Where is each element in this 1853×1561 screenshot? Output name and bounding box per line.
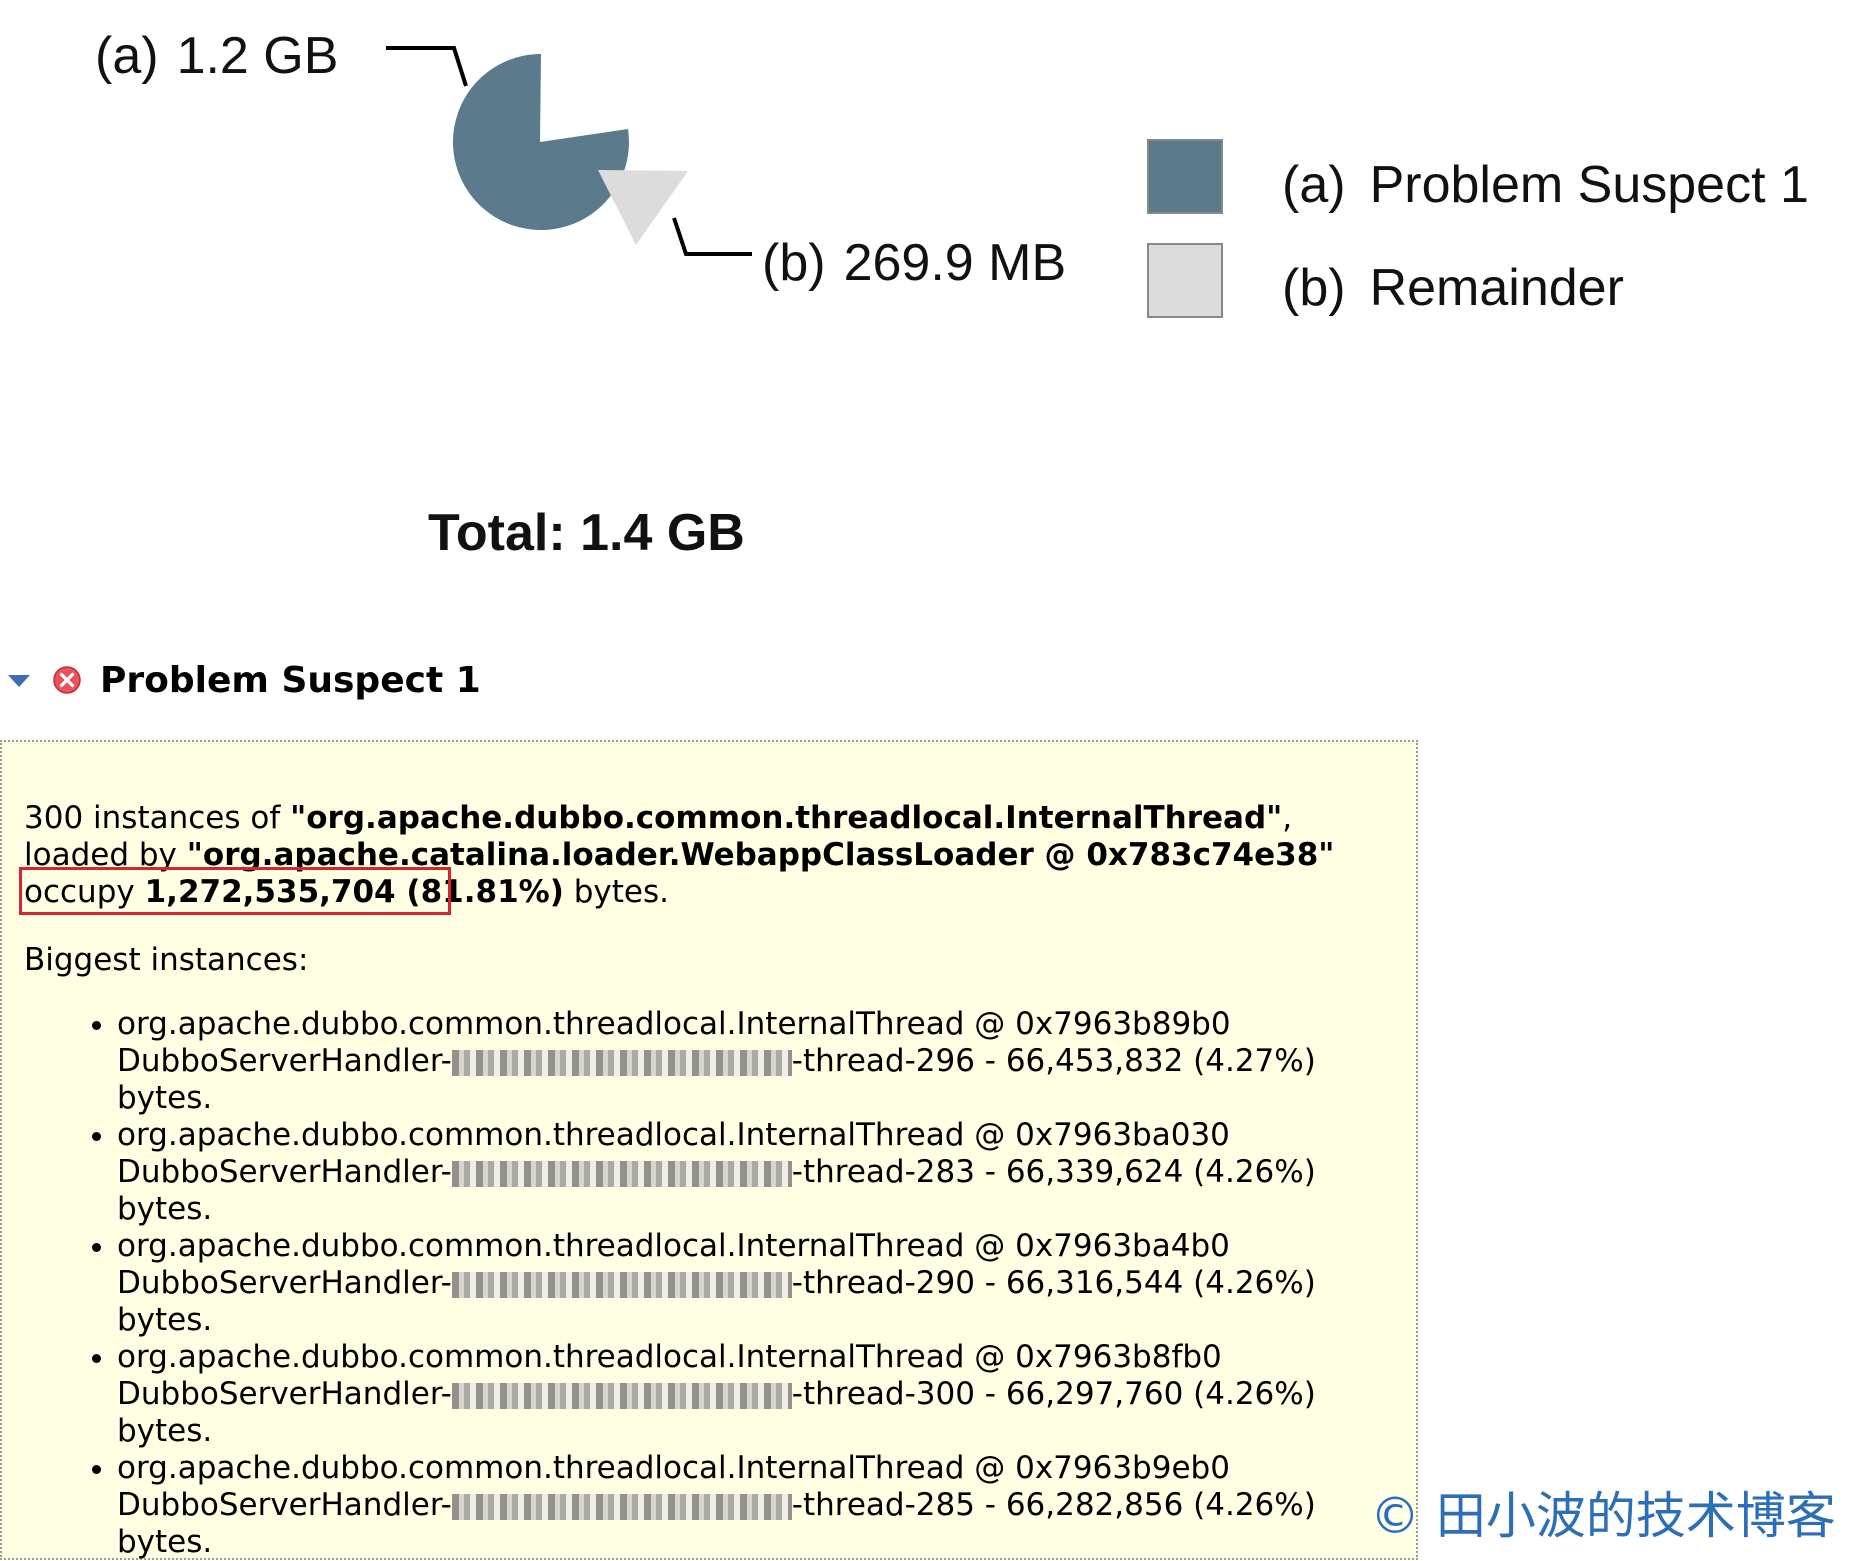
section-title: Problem Suspect 1 — [100, 659, 481, 701]
instance-link[interactable]: org.apache.dubbo.common.threadlocal.Inte… — [117, 1117, 1230, 1153]
instance-link[interactable]: org.apache.dubbo.common.threadlocal.Inte… — [117, 1339, 1222, 1375]
error-icon — [53, 666, 81, 694]
total-label: Total: 1.4 GB — [428, 504, 745, 562]
pie-slice-remainder — [598, 170, 688, 245]
list-item: org.apache.dubbo.common.threadlocal.Inte… — [117, 1339, 1417, 1450]
instance-link[interactable]: org.apache.dubbo.common.threadlocal.Inte… — [117, 1228, 1230, 1264]
slice-a-label: (a) 1.2 GB — [95, 27, 338, 85]
list-item: org.apache.dubbo.common.threadlocal.Inte… — [117, 1117, 1417, 1228]
leader-line-b — [672, 217, 752, 256]
legend-swatch-a — [1147, 139, 1223, 214]
redacted-address — [451, 1382, 792, 1409]
pie-chart: (a) 1.2 GB (b) 269.9 MB (a) Problem Suspect… — [95, 27, 1809, 562]
leader-line-a — [386, 46, 468, 87]
legend-item-b: (b) Remainder — [1282, 259, 1624, 317]
list-item: org.apache.dubbo.common.threadlocal.Inte… — [117, 1450, 1417, 1561]
biggest-instances-label: Biggest instances: — [24, 942, 309, 978]
pie-slice-problem-suspect — [452, 54, 629, 230]
list-item: org.apache.dubbo.common.threadlocal.Inte… — [117, 1006, 1417, 1117]
legend-item-a: (a) Problem Suspect 1 — [1282, 156, 1809, 214]
watermark: © 田小波的技术博客 — [1370, 1487, 1836, 1545]
instance-link[interactable]: org.apache.dubbo.common.threadlocal.Inte… — [117, 1006, 1231, 1042]
section-header: Problem Suspect 1 — [0, 650, 481, 710]
instance-list: org.apache.dubbo.common.threadlocal.Inte… — [72, 1006, 1417, 1561]
list-item: org.apache.dubbo.common.threadlocal.Inte… — [117, 1228, 1417, 1339]
retained-size-highlight — [19, 867, 451, 915]
legend-swatch-b — [1147, 243, 1223, 318]
instance-link[interactable]: org.apache.dubbo.common.threadlocal.Inte… — [117, 1450, 1230, 1486]
redacted-address — [451, 1160, 792, 1187]
chevron-down-icon[interactable] — [4, 665, 34, 695]
class-name: "org.apache.dubbo.common.threadlocal.Int… — [290, 800, 1283, 836]
redacted-address — [451, 1049, 792, 1076]
redacted-address — [451, 1271, 792, 1298]
redacted-address — [451, 1493, 792, 1520]
slice-b-label: (b) 269.9 MB — [762, 234, 1066, 292]
suspect-panel: 300 instances of "org.apache.dubbo.commo… — [0, 740, 1418, 1560]
